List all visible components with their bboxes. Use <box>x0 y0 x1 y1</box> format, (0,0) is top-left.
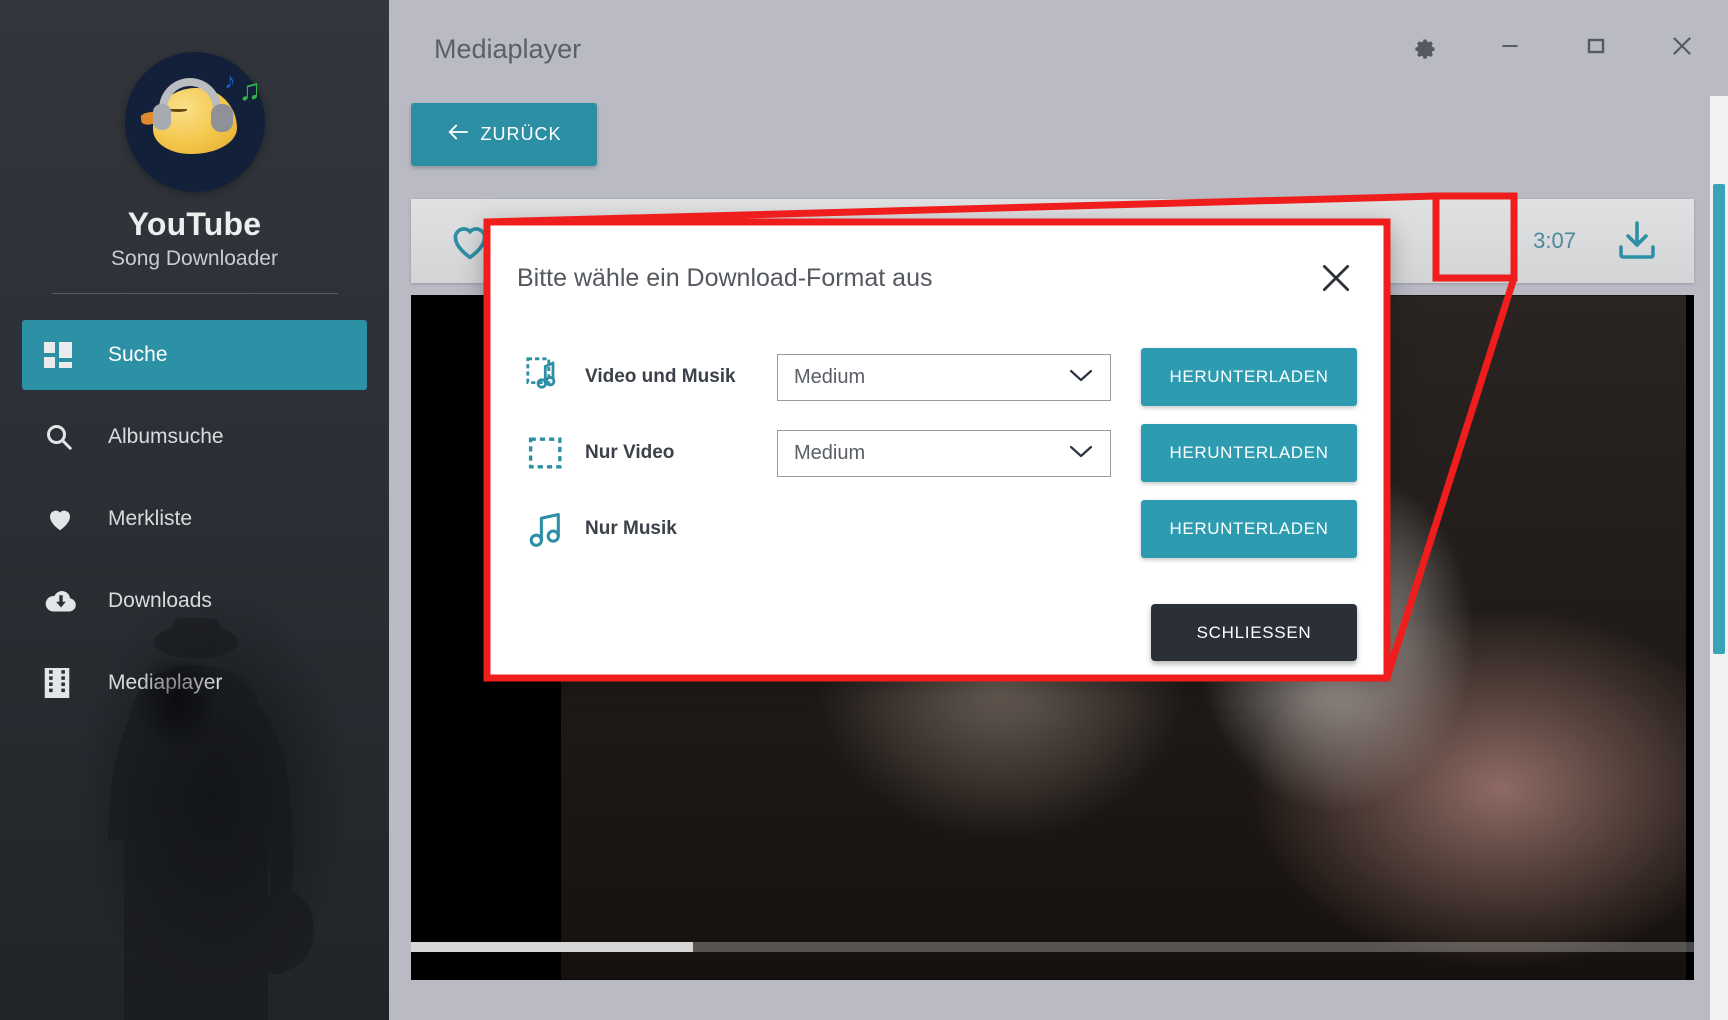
film-icon <box>44 668 90 698</box>
page-title: Mediaplayer <box>434 34 582 64</box>
film-music-icon <box>517 356 575 398</box>
app-subtitle: Song Downloader <box>111 247 278 270</box>
sidebar-item-label: Albumsuche <box>108 425 224 448</box>
quality-select-nur-video[interactable]: Medium <box>777 429 1111 477</box>
quality-select-video-und-musik[interactable]: Medium <box>777 353 1111 401</box>
window-controls <box>1400 22 1706 70</box>
grid-icon <box>44 342 90 368</box>
format-row-label: Video und Musik <box>585 366 736 387</box>
cloud-download-icon <box>44 587 90 615</box>
download-button-nur-video[interactable]: HERUNTERLADEN <box>1141 424 1357 482</box>
window-titlebar: Mediaplayer <box>389 0 1728 96</box>
download-format-dialog: Bitte wähle ein Download-Format aus Vide… <box>487 222 1387 678</box>
sidebar-item-suche[interactable]: Suche <box>22 320 367 390</box>
video-letterbox-right <box>1686 295 1694 980</box>
sidebar-divider <box>51 293 338 294</box>
scrollbar-thumb[interactable] <box>1713 184 1725 654</box>
close-icon[interactable] <box>1313 255 1359 301</box>
download-button-video-und-musik[interactable]: HERUNTERLADEN <box>1141 348 1357 406</box>
download-tray-icon[interactable] <box>1608 212 1666 270</box>
format-row-nur-video: Nur Video Medium HERUNTERLADEN <box>517 422 1357 484</box>
maximize-icon[interactable] <box>1572 22 1620 70</box>
download-button-nur-musik[interactable]: HERUNTERLADEN <box>1141 500 1357 558</box>
search-icon <box>44 422 90 452</box>
dialog-title: Bitte wähle ein Download-Format aus <box>517 264 933 292</box>
format-row-label: Nur Musik <box>585 518 677 539</box>
close-icon[interactable] <box>1658 22 1706 70</box>
sidebar-item-albumsuche[interactable]: Albumsuche <box>22 402 367 472</box>
sidebar: ♪ ♫ YouTube Song Downloader Suche Albums… <box>0 0 389 1020</box>
sidebar-item-label: Mediaplayer <box>108 671 223 694</box>
chevron-down-icon <box>1068 366 1094 389</box>
video-progress-bar[interactable] <box>411 942 1694 952</box>
vertical-scrollbar[interactable] <box>1710 96 1728 1020</box>
sidebar-item-label: Downloads <box>108 589 212 612</box>
arrow-left-icon <box>447 123 469 146</box>
sidebar-item-downloads[interactable]: Downloads <box>22 566 367 636</box>
heart-icon <box>44 504 90 534</box>
minimize-icon[interactable] <box>1486 22 1534 70</box>
sidebar-item-label: Suche <box>108 343 168 366</box>
format-row-video-und-musik: Video und Musik Medium HERUNTERLADEN <box>517 346 1357 408</box>
sidebar-item-mediaplayer[interactable]: Mediaplayer <box>22 648 367 718</box>
app-logo-icon: ♪ ♫ <box>124 52 265 192</box>
film-icon <box>517 433 575 473</box>
gear-icon[interactable] <box>1400 22 1448 70</box>
brand-block: ♪ ♫ YouTube Song Downloader <box>0 52 389 294</box>
back-button-label: ZURÜCK <box>480 124 562 144</box>
sidebar-item-label: Merkliste <box>108 507 193 530</box>
back-button[interactable]: ZURÜCK <box>411 103 597 166</box>
music-note-icon <box>517 509 575 549</box>
media-duration: 3:07 <box>1533 228 1576 253</box>
app-title: YouTube <box>127 206 262 242</box>
chevron-down-icon <box>1068 442 1094 465</box>
sidebar-item-merkliste[interactable]: Merkliste <box>22 484 367 554</box>
sidebar-nav: Suche Albumsuche Merkliste Downloads Med… <box>0 320 389 718</box>
app-window: ♪ ♫ YouTube Song Downloader Suche Albums… <box>0 0 1728 1020</box>
format-row-nur-musik: Nur Musik HERUNTERLADEN <box>517 498 1357 560</box>
dialog-close-button[interactable]: SCHLIESSEN <box>1151 604 1357 661</box>
quality-select-value: Medium <box>794 441 866 464</box>
format-row-label: Nur Video <box>585 442 675 463</box>
quality-select-value: Medium <box>794 365 866 388</box>
